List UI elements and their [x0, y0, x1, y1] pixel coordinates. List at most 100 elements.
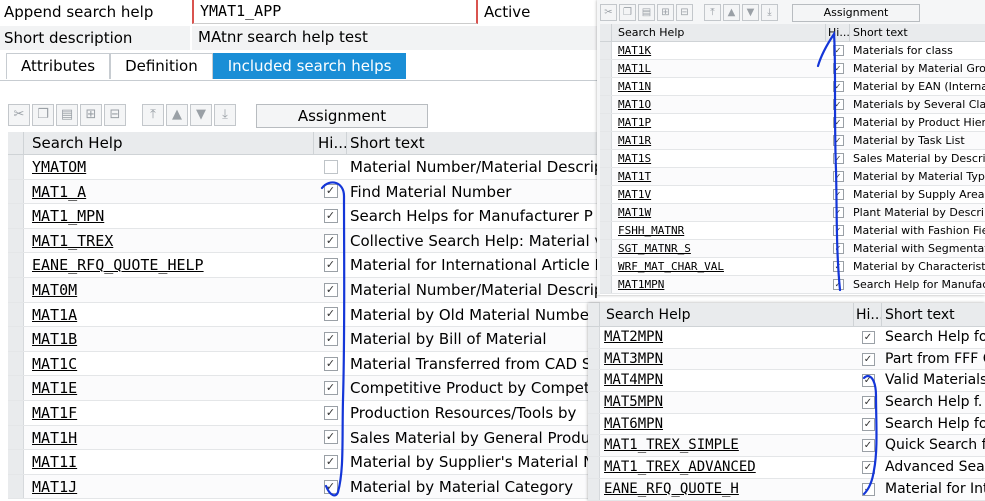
search-help-link[interactable]: MAT1A: [32, 306, 77, 324]
cut-icon[interactable]: ✂: [8, 104, 30, 126]
table-row[interactable]: MAT1F ✓ Production Resources/Tools by: [8, 400, 600, 426]
search-help-cell[interactable]: MAT1F: [24, 401, 314, 425]
checkbox-checked-icon[interactable]: ✓: [861, 439, 875, 453]
search-help-cell[interactable]: MAT1_TREX_SIMPLE: [600, 435, 854, 456]
checkbox-checked-icon[interactable]: ✓: [861, 417, 875, 431]
search-help-link[interactable]: MAT1_MPN: [32, 207, 104, 225]
checkbox-checked-icon[interactable]: ✓: [861, 460, 875, 474]
row-selector[interactable]: [8, 376, 24, 400]
row-selector[interactable]: [600, 204, 612, 221]
table-row[interactable]: MAT0M ✓ Material Number/Material Descrip: [8, 277, 600, 303]
row-selector[interactable]: [600, 222, 612, 239]
row-selector[interactable]: [8, 277, 24, 302]
checkbox-checked-icon[interactable]: ✓: [832, 99, 844, 110]
checkbox-checked-icon[interactable]: ✓: [323, 184, 338, 199]
column-short-text[interactable]: Short text: [347, 132, 600, 154]
checkbox-checked-icon[interactable]: ✓: [323, 381, 338, 396]
row-selector[interactable]: [588, 435, 600, 457]
search-help-link[interactable]: MAT1E: [32, 379, 77, 397]
checkbox-checked-icon[interactable]: ✓: [861, 374, 875, 388]
assignment-button[interactable]: Assignment: [256, 104, 428, 128]
table-row[interactable]: SGT_MATNR_S ✓ Material with Segmentati: [600, 240, 985, 258]
column-hidden[interactable]: Hi...: [314, 132, 347, 154]
search-help-link[interactable]: EANE_RFQ_QUOTE_H: [604, 481, 739, 497]
checkbox-checked-icon[interactable]: ✓: [323, 454, 338, 469]
search-help-cell[interactable]: MAT2MPN: [600, 327, 854, 348]
search-help-cell[interactable]: MAT1MPN: [612, 276, 826, 293]
select-all-cell[interactable]: [600, 24, 612, 41]
move-up-icon[interactable]: ▲: [723, 4, 740, 21]
checkbox-checked-icon[interactable]: ✓: [323, 307, 338, 322]
search-help-link[interactable]: YMATOM: [32, 158, 86, 176]
tab-definition[interactable]: Definition: [110, 53, 213, 79]
table-row[interactable]: MAT1_TREX_ADVANCED ✓ Advanced Sear: [588, 457, 985, 479]
delete-row-icon[interactable]: ⊟: [104, 104, 126, 126]
checkbox-checked-icon[interactable]: ✓: [832, 81, 844, 92]
row-selector[interactable]: [588, 478, 600, 500]
search-help-cell[interactable]: MAT6MPN: [600, 414, 854, 435]
search-help-cell[interactable]: MAT4MPN: [600, 370, 854, 391]
append-search-help-field[interactable]: YMAT1_APP: [192, 0, 478, 24]
row-selector[interactable]: [8, 327, 24, 351]
search-help-cell[interactable]: MAT1R: [612, 132, 826, 149]
table-row[interactable]: MAT1_MPN ✓ Search Helps for Manufacturer P: [8, 204, 600, 229]
search-help-cell[interactable]: MAT1_MPN: [24, 204, 314, 228]
search-help-link[interactable]: MAT1O: [618, 98, 651, 111]
row-selector[interactable]: [8, 179, 24, 204]
table-row[interactable]: MAT1V ✓ Material by Supply Area: [600, 186, 985, 204]
search-help-cell[interactable]: EANE_RFQ_QUOTE_H: [600, 479, 854, 500]
row-selector[interactable]: [600, 186, 612, 203]
checkbox-checked-icon[interactable]: ✓: [323, 479, 338, 494]
checkbox-checked-icon[interactable]: ✓: [323, 331, 338, 346]
table-row[interactable]: MAT1L ✓ Material by Material Grou: [600, 60, 985, 78]
table-row[interactable]: MAT1_TREX ✓ Collective Search Help: Materi…: [8, 228, 600, 254]
table-row[interactable]: EANE_RFQ_QUOTE_HELP ✓ Material for Interna…: [8, 253, 600, 278]
search-help-link[interactable]: MAT1R: [618, 134, 651, 147]
search-help-cell[interactable]: MAT1J: [24, 475, 314, 499]
table-row[interactable]: MAT1K ✓ Materials for class: [600, 42, 985, 60]
search-help-link[interactable]: FSHH_MATNR: [618, 224, 684, 237]
search-help-link[interactable]: MAT1L: [618, 62, 651, 75]
table-row[interactable]: YMATOM Material Number/Material Descrip: [8, 155, 600, 180]
row-selector[interactable]: [588, 457, 600, 478]
row-selector[interactable]: [8, 253, 24, 277]
checkbox-checked-icon[interactable]: ✓: [323, 233, 338, 248]
search-help-cell[interactable]: MAT1B: [24, 327, 314, 351]
checkbox-checked-icon[interactable]: ✓: [832, 261, 844, 272]
table-row[interactable]: MAT1C ✓ Material Transferred from CAD S: [8, 351, 600, 377]
table-row[interactable]: MAT6MPN ✓ Search Help for: [588, 413, 985, 436]
search-help-cell[interactable]: MAT1V: [612, 186, 826, 203]
checkbox-checked-icon[interactable]: ✓: [832, 207, 844, 218]
checkbox-checked-icon[interactable]: ✓: [832, 45, 844, 56]
row-selector[interactable]: [600, 96, 612, 113]
search-help-cell[interactable]: MAT1N: [612, 78, 826, 95]
checkbox-checked-icon[interactable]: ✓: [323, 356, 338, 371]
row-selector[interactable]: [8, 228, 24, 253]
search-help-link[interactable]: MAT1V: [618, 188, 651, 201]
column-search-help[interactable]: Search Help: [24, 132, 314, 154]
row-selector[interactable]: [8, 474, 24, 499]
column-hidden[interactable]: Hi...: [854, 303, 882, 326]
checkbox-checked-icon[interactable]: ✓: [861, 330, 875, 344]
search-help-link[interactable]: MAT1C: [32, 355, 77, 373]
search-help-link[interactable]: MAT1_TREX: [32, 232, 113, 250]
row-selector[interactable]: [8, 302, 24, 327]
select-all-cell[interactable]: [8, 132, 24, 154]
search-help-link[interactable]: MAT4MPN: [604, 372, 663, 388]
search-help-link[interactable]: MAT1MPN: [618, 278, 664, 291]
search-help-link[interactable]: EANE_RFQ_QUOTE_HELP: [32, 256, 204, 274]
row-selector[interactable]: [8, 400, 24, 425]
table-row[interactable]: MAT1_A ✓ Find Material Number: [8, 179, 600, 205]
search-help-link[interactable]: MAT2MPN: [604, 329, 663, 345]
search-help-link[interactable]: MAT5MPN: [604, 394, 663, 410]
table-row[interactable]: MAT4MPN ✓ Valid Materials: [588, 370, 985, 393]
search-help-cell[interactable]: MAT3MPN: [600, 349, 854, 370]
search-help-link[interactable]: WRF_MAT_CHAR_VAL: [618, 260, 724, 273]
checkbox-checked-icon[interactable]: ✓: [323, 208, 338, 223]
search-help-cell[interactable]: MAT1T: [612, 168, 826, 185]
table-row[interactable]: MAT1E ✓ Competitive Product by Compet: [8, 376, 600, 401]
tab-included-search-helps[interactable]: Included search helps: [212, 53, 407, 79]
table-row[interactable]: MAT1J ✓ Material by Material Category: [8, 474, 600, 500]
copy-icon[interactable]: ❐: [32, 104, 54, 126]
table-row[interactable]: MAT1B ✓ Material by Bill of Material: [8, 327, 600, 352]
